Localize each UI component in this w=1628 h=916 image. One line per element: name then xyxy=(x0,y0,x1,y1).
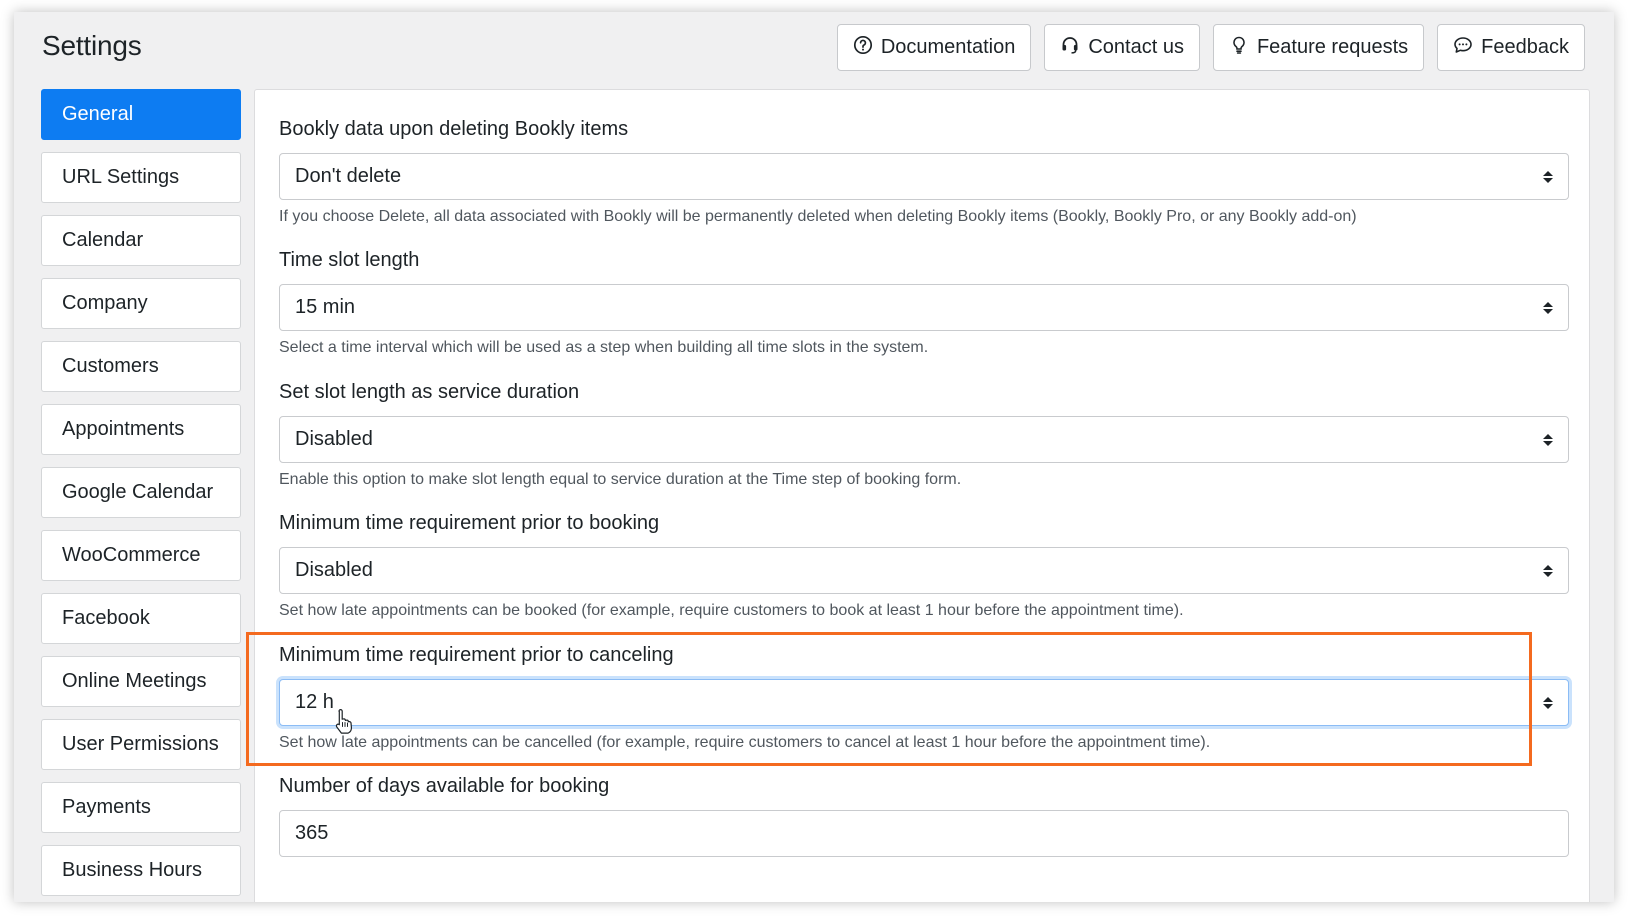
field-days-available: Number of days available for booking 365 xyxy=(279,775,1569,857)
time-slot-length-select[interactable]: 15 min xyxy=(279,284,1569,331)
field-help-text: Set how late appointments can be booked … xyxy=(279,602,1184,619)
sidebar-item-payments[interactable]: Payments xyxy=(41,782,241,833)
sidebar-item-url-settings[interactable]: URL Settings xyxy=(41,152,241,203)
top-button-bar: Documentation Contact us Feature request… xyxy=(836,24,1585,71)
documentation-label: Documentation xyxy=(880,36,1016,58)
field-label: Set slot length as service duration xyxy=(279,381,580,403)
sort-arrows-icon xyxy=(1543,696,1553,709)
min-time-prior-booking-select[interactable]: Disabled xyxy=(279,547,1569,594)
field-label: Bookly data upon deleting Bookly items xyxy=(279,118,629,140)
headset-icon xyxy=(1060,35,1080,61)
settings-window: Settings Documentation Contact us Featur… xyxy=(14,12,1614,902)
field-label: Minimum time requirement prior to bookin… xyxy=(279,512,660,534)
field-help-text: Enable this option to make slot length e… xyxy=(279,471,962,488)
field-slot-length-as-duration: Set slot length as service duration Disa… xyxy=(279,381,1569,489)
select-value: Don't delete xyxy=(295,165,402,187)
sidebar-item-customers[interactable]: Customers xyxy=(41,341,241,392)
select-value: 12 h xyxy=(295,691,334,713)
sidebar-item-appointments[interactable]: Appointments xyxy=(41,404,241,455)
sidebar-item-general[interactable]: General xyxy=(41,89,241,140)
hand-pointer-icon xyxy=(335,709,353,734)
sidebar-item-google-calendar[interactable]: Google Calendar xyxy=(41,467,241,518)
sidebar-item-user-permissions[interactable]: User Permissions xyxy=(41,719,241,770)
feature-requests-button[interactable]: Feature requests xyxy=(1212,24,1425,71)
select-value: 15 min xyxy=(295,296,356,318)
contact-us-label: Contact us xyxy=(1088,36,1184,58)
days-available-input[interactable]: 365 xyxy=(279,810,1569,857)
lightbulb-icon xyxy=(1229,35,1249,61)
chat-bubble-icon xyxy=(1453,35,1473,61)
data-upon-deleting-select[interactable]: Don't delete xyxy=(279,153,1569,200)
page-title: Settings xyxy=(42,30,142,61)
slot-length-as-duration-select[interactable]: Disabled xyxy=(279,416,1569,463)
sidebar-item-business-hours[interactable]: Business Hours xyxy=(41,845,241,896)
field-label: Time slot length xyxy=(279,249,420,271)
question-circle-icon xyxy=(853,35,873,61)
field-help-text: If you choose Delete, all data associate… xyxy=(279,208,1357,225)
feature-requests-label: Feature requests xyxy=(1256,36,1409,58)
feedback-button[interactable]: Feedback xyxy=(1437,24,1585,71)
field-min-time-prior-booking: Minimum time requirement prior to bookin… xyxy=(279,512,1569,620)
contact-us-button[interactable]: Contact us xyxy=(1044,24,1200,71)
field-time-slot-length: Time slot length 15 min Select a time in… xyxy=(279,249,1569,357)
settings-sidebar: General URL Settings Calendar Company Cu… xyxy=(41,89,241,896)
field-help-text: Select a time interval which will be use… xyxy=(279,339,929,356)
field-data-upon-deleting: Bookly data upon deleting Bookly items D… xyxy=(279,118,1569,226)
sort-arrows-icon xyxy=(1543,170,1553,183)
sort-arrows-icon xyxy=(1543,301,1553,314)
select-value: Disabled xyxy=(295,559,373,581)
field-min-time-prior-canceling: Minimum time requirement prior to cancel… xyxy=(279,644,1569,752)
sidebar-item-company[interactable]: Company xyxy=(41,278,241,329)
field-label: Minimum time requirement prior to cancel… xyxy=(279,644,674,666)
select-value: Disabled xyxy=(295,428,373,450)
documentation-button[interactable]: Documentation xyxy=(836,24,1032,71)
field-label: Number of days available for booking xyxy=(279,775,610,797)
field-help-text: Set how late appointments can be cancell… xyxy=(279,734,1211,751)
sidebar-item-online-meetings[interactable]: Online Meetings xyxy=(41,656,241,707)
sidebar-item-facebook[interactable]: Facebook xyxy=(41,593,241,644)
sort-arrows-icon xyxy=(1543,564,1553,577)
sort-arrows-icon xyxy=(1543,433,1553,446)
min-time-prior-canceling-select[interactable]: 12 h xyxy=(279,679,1569,726)
sidebar-item-calendar[interactable]: Calendar xyxy=(41,215,241,266)
feedback-label: Feedback xyxy=(1481,36,1569,58)
general-settings-panel: Bookly data upon deleting Bookly items D… xyxy=(254,89,1590,902)
sidebar-item-woocommerce[interactable]: WooCommerce xyxy=(41,530,241,581)
